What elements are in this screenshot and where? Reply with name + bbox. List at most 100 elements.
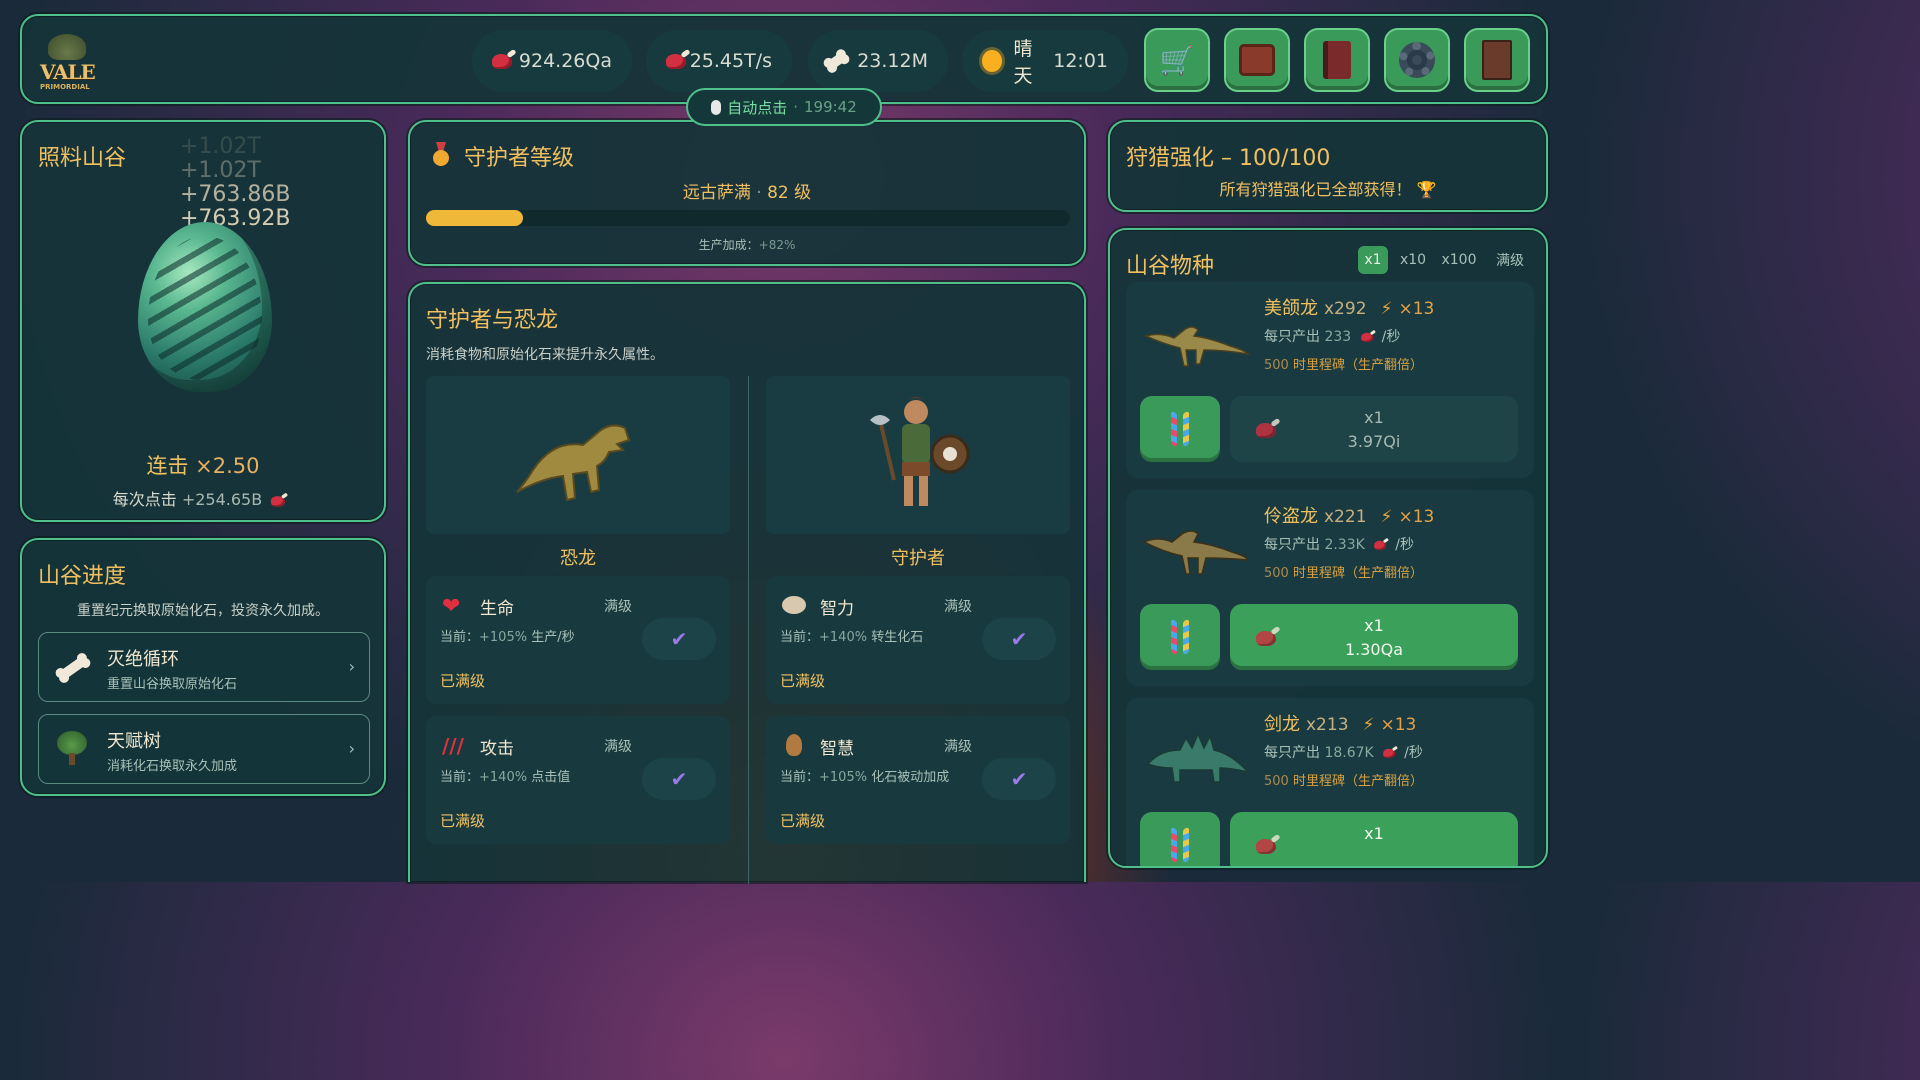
check-icon: ✔ bbox=[1010, 767, 1028, 791]
chevron-right-icon: › bbox=[348, 657, 355, 676]
extinction-cycle-button[interactable]: 灭绝循环 重置山谷换取原始化石 › bbox=[38, 632, 370, 702]
claw-icon: /// bbox=[442, 734, 464, 758]
journal-icon bbox=[1482, 40, 1512, 80]
feed-valley-panel: 照料山谷 +1.02T +1.02T +763.86B +763.92B 连击 … bbox=[20, 120, 386, 522]
dino-label: 恐龙 bbox=[560, 548, 596, 569]
panel-desc: 消耗食物和原始化石来提升永久属性。 bbox=[426, 347, 664, 363]
stat-card-wisdom: 智慧 满级 当前：+105% 化石被动加成 已满级 ✔ bbox=[766, 716, 1070, 844]
rate-value: 25.45T/s bbox=[689, 50, 772, 72]
bolt-icon: ⚡ bbox=[1362, 715, 1375, 735]
brain-icon bbox=[782, 596, 806, 614]
hunt-upgrades-panel: 狩猎强化 – 100/100 所有狩猎强化已全部获得！ 🏆 bbox=[1108, 120, 1548, 212]
guardian-dino-panel: 守护者与恐龙 消耗食物和原始化石来提升永久属性。 恐龙 守护者 ❤ 生命 满级 … bbox=[408, 282, 1086, 884]
rate-counter: 25.45T/s bbox=[646, 30, 792, 92]
talent-tree-button[interactable]: 天赋树 消耗化石换取永久加成 › bbox=[38, 714, 370, 784]
panel-title: 山谷进度 bbox=[38, 564, 127, 589]
valley-species-panel: 山谷物种 x1 x10 x100 满级 美颌龙 x292 ⚡ ×13 每只产出 233… bbox=[1108, 228, 1548, 868]
autoclick-label: 自动点击 bbox=[727, 98, 788, 117]
autoclick-timer[interactable]: 自动点击 · 199:42 bbox=[686, 88, 882, 126]
shop-button[interactable]: 🛒 bbox=[1144, 28, 1210, 92]
stat-card-life: ❤ 生命 满级 当前：+105% 生产/秒 已满级 ✔ bbox=[426, 576, 730, 704]
guardian-label: 守护者 bbox=[891, 548, 945, 569]
maxed-check-button[interactable]: ✔ bbox=[642, 758, 716, 800]
owl-icon bbox=[786, 734, 802, 756]
weather-clock: 晴天 12:01 bbox=[962, 30, 1128, 92]
evolve-button[interactable] bbox=[1140, 396, 1220, 462]
bolt-icon: ⚡ bbox=[1380, 507, 1393, 527]
panel-desc: 重置纪元换取原始化石，投资永久加成。 bbox=[77, 603, 329, 619]
meat-icon bbox=[1360, 331, 1377, 343]
game-logo: VALE PRIMORDIAL bbox=[38, 30, 96, 91]
weather-label: 晴天 bbox=[1013, 38, 1033, 87]
float-number: +1.02T bbox=[180, 134, 261, 159]
combo-display: 连击 ×2.50 bbox=[146, 454, 260, 478]
dino-egg-clicker[interactable] bbox=[138, 222, 272, 392]
panel-title: 狩猎强化 – 100/100 bbox=[1126, 146, 1331, 171]
settings-button[interactable] bbox=[1384, 28, 1450, 92]
meat-icon bbox=[1383, 747, 1399, 759]
meat-icon bbox=[271, 494, 289, 508]
species-card-stegosaurus: 剑龙 x213 ⚡ ×13 每只产出 18.67K /秒 500 时里程碑（生产翻倍）… bbox=[1126, 698, 1534, 866]
check-icon: ✔ bbox=[1010, 627, 1028, 651]
buy-button[interactable]: x1 3.97Qi bbox=[1230, 396, 1518, 462]
gear-icon bbox=[1399, 42, 1435, 78]
panel-title: 山谷物种 bbox=[1126, 254, 1215, 279]
guardian-rank: 远古萨满 · 82 级 bbox=[682, 183, 812, 203]
multiplier-x1[interactable]: x1 bbox=[1358, 246, 1388, 274]
tree-icon bbox=[57, 731, 87, 765]
evolve-button[interactable] bbox=[1140, 812, 1220, 866]
maxed-check-button[interactable]: ✔ bbox=[982, 618, 1056, 660]
check-icon: ✔ bbox=[670, 627, 688, 651]
meat-icon bbox=[1374, 539, 1390, 551]
trophy-icon: 🏆 bbox=[1416, 180, 1437, 199]
heart-icon: ❤ bbox=[442, 594, 461, 619]
per-click-display: 每次点击 +254.65B bbox=[22, 486, 384, 511]
panel-title: 照料山谷 bbox=[38, 146, 127, 171]
meat-icon bbox=[666, 51, 686, 71]
valley-progress-panel: 山谷进度 重置纪元换取原始化石，投资永久加成。 灭绝循环 重置山谷换取原始化石 … bbox=[20, 538, 386, 796]
fossil-counter: 23.12M bbox=[808, 30, 948, 92]
medal-icon bbox=[432, 142, 450, 166]
mouse-icon bbox=[711, 99, 722, 115]
chevron-right-icon: › bbox=[348, 739, 355, 758]
hunt-complete-message: 所有狩猎强化已全部获得！ 🏆 bbox=[1219, 180, 1437, 199]
bone-icon bbox=[58, 655, 88, 681]
panel-title: 守护者与恐龙 bbox=[426, 308, 559, 333]
fossil-value: 23.12M bbox=[857, 50, 928, 72]
guardian-level-panel: 守护者等级 远古萨满 · 82 级 生产加成：+82% bbox=[408, 120, 1086, 266]
maxed-check-button[interactable]: ✔ bbox=[982, 758, 1056, 800]
dna-icon bbox=[1169, 828, 1191, 862]
stegosaurus-icon bbox=[1146, 732, 1250, 783]
float-number: +1.02T bbox=[180, 158, 261, 183]
evolve-button[interactable] bbox=[1140, 604, 1220, 670]
inventory-button[interactable] bbox=[1224, 28, 1290, 92]
compsognathus-icon bbox=[1143, 326, 1250, 367]
trex-icon bbox=[516, 424, 631, 502]
buy-button[interactable]: x1 bbox=[1230, 812, 1518, 866]
dino-portrait bbox=[426, 376, 730, 534]
buy-button[interactable]: x1 1.30Qa bbox=[1230, 604, 1518, 670]
journal-button[interactable] bbox=[1464, 28, 1530, 92]
multiplier-x10[interactable]: x10 bbox=[1398, 246, 1428, 274]
shop-cart-icon: 🛒 bbox=[1159, 43, 1195, 77]
food-counter: 924.26Qa bbox=[472, 30, 632, 92]
sun-icon bbox=[982, 50, 1002, 72]
multiplier-max[interactable]: 满级 bbox=[1490, 246, 1530, 274]
stat-card-attack: /// 攻击 满级 当前：+140% 点击值 已满级 ✔ bbox=[426, 716, 730, 844]
codex-button[interactable] bbox=[1304, 28, 1370, 92]
dna-icon bbox=[1169, 412, 1191, 446]
treasure-chest-icon bbox=[1239, 44, 1275, 76]
dna-icon bbox=[1169, 620, 1191, 654]
species-card-compsognathus: 美颌龙 x292 ⚡ ×13 每只产出 233 /秒 500 时里程碑（生产翻倍） x… bbox=[1126, 282, 1534, 478]
guardian-portrait bbox=[766, 376, 1070, 534]
food-value: 924.26Qa bbox=[518, 50, 612, 72]
stat-card-intellect: 智力 满级 当前：+140% 转生化石 已满级 ✔ bbox=[766, 576, 1070, 704]
panel-title: 守护者等级 bbox=[464, 146, 575, 171]
guardian-xp-fill bbox=[426, 210, 523, 226]
maxed-check-button[interactable]: ✔ bbox=[642, 618, 716, 660]
production-bonus: 生产加成：+82% bbox=[698, 238, 796, 252]
species-card-velociraptor: 伶盗龙 x221 ⚡ ×13 每只产出 2.33K /秒 500 时里程碑（生产翻倍）… bbox=[1126, 490, 1534, 686]
bone-icon bbox=[826, 51, 847, 71]
multiplier-x100[interactable]: x100 bbox=[1438, 246, 1480, 274]
velociraptor-icon bbox=[1142, 530, 1250, 575]
